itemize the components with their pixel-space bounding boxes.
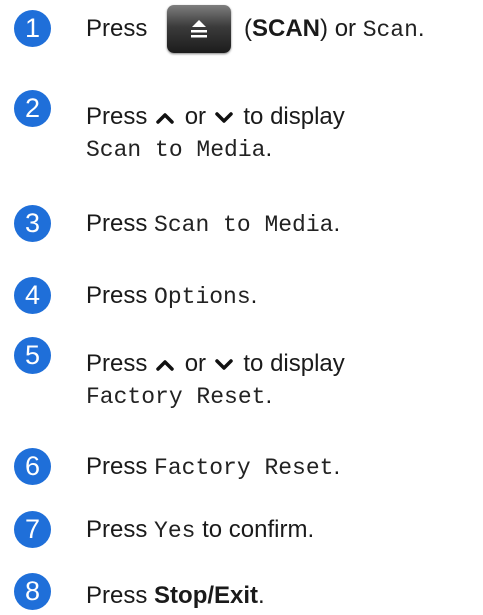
step-number-5: 5 — [14, 337, 51, 374]
step-number-7: 7 — [14, 511, 51, 548]
period: . — [265, 135, 273, 162]
press-label: Press — [86, 350, 148, 377]
paren-open: ( — [244, 15, 252, 42]
scan-key-icon — [167, 5, 231, 53]
options-option: Options — [154, 284, 251, 310]
scan-menu-option: Scan — [362, 17, 418, 43]
step-5-line-1: Press or to display — [86, 349, 345, 379]
press-label: Press — [86, 582, 148, 609]
step-2-line-1: Press or to display — [86, 102, 345, 132]
yes-option: Yes — [154, 518, 196, 544]
or-label: or — [184, 350, 207, 377]
step-1-text: Press — [86, 14, 147, 44]
press-label: Press — [86, 453, 148, 480]
period: . — [265, 382, 273, 409]
press-label: Press — [86, 282, 148, 309]
press-label: Press — [86, 210, 148, 237]
chevron-down-icon — [214, 111, 233, 123]
step-number-6: 6 — [14, 448, 51, 485]
step-number-4: 4 — [14, 277, 51, 314]
chevron-up-icon — [156, 359, 174, 371]
chevron-down-icon — [214, 358, 233, 370]
step-4-text: Press Options. — [86, 281, 257, 312]
scan-to-media-option: Scan to Media — [154, 212, 334, 238]
step-number-1: 1 — [14, 10, 51, 47]
period: . — [417, 15, 425, 42]
period: . — [250, 282, 258, 309]
period: . — [333, 453, 341, 480]
period: . — [333, 210, 341, 237]
press-label: Press — [86, 516, 148, 543]
step-3-text: Press Scan to Media. — [86, 209, 340, 240]
or-label: or — [184, 103, 207, 130]
scan-to-media-option: Scan to Media — [86, 137, 266, 163]
to-confirm-label: to confirm. — [202, 516, 315, 543]
step-number-8: 8 — [14, 573, 51, 610]
step-6-text: Press Factory Reset. — [86, 452, 340, 483]
paren-close: ) — [320, 15, 329, 42]
factory-reset-option: Factory Reset — [86, 384, 266, 410]
step-5-line-2: Factory Reset. — [86, 381, 272, 412]
stop-exit-key-label: Stop/Exit — [154, 582, 259, 609]
or-label: or — [334, 15, 357, 42]
period: . — [258, 582, 265, 609]
press-label: Press — [86, 103, 148, 130]
to-display-label: to display — [243, 350, 345, 377]
factory-reset-option: Factory Reset — [154, 455, 334, 481]
press-label: Press — [86, 15, 148, 42]
step-number-3: 3 — [14, 205, 51, 242]
scan-key-label: SCAN — [252, 15, 321, 42]
step-8-text: Press Stop/Exit. — [86, 581, 265, 611]
chevron-up-icon — [156, 112, 174, 124]
step-number-2: 2 — [14, 90, 51, 127]
step-2-line-2: Scan to Media. — [86, 134, 272, 165]
to-display-label: to display — [243, 103, 345, 130]
step-7-text: Press Yes to confirm. — [86, 515, 314, 546]
